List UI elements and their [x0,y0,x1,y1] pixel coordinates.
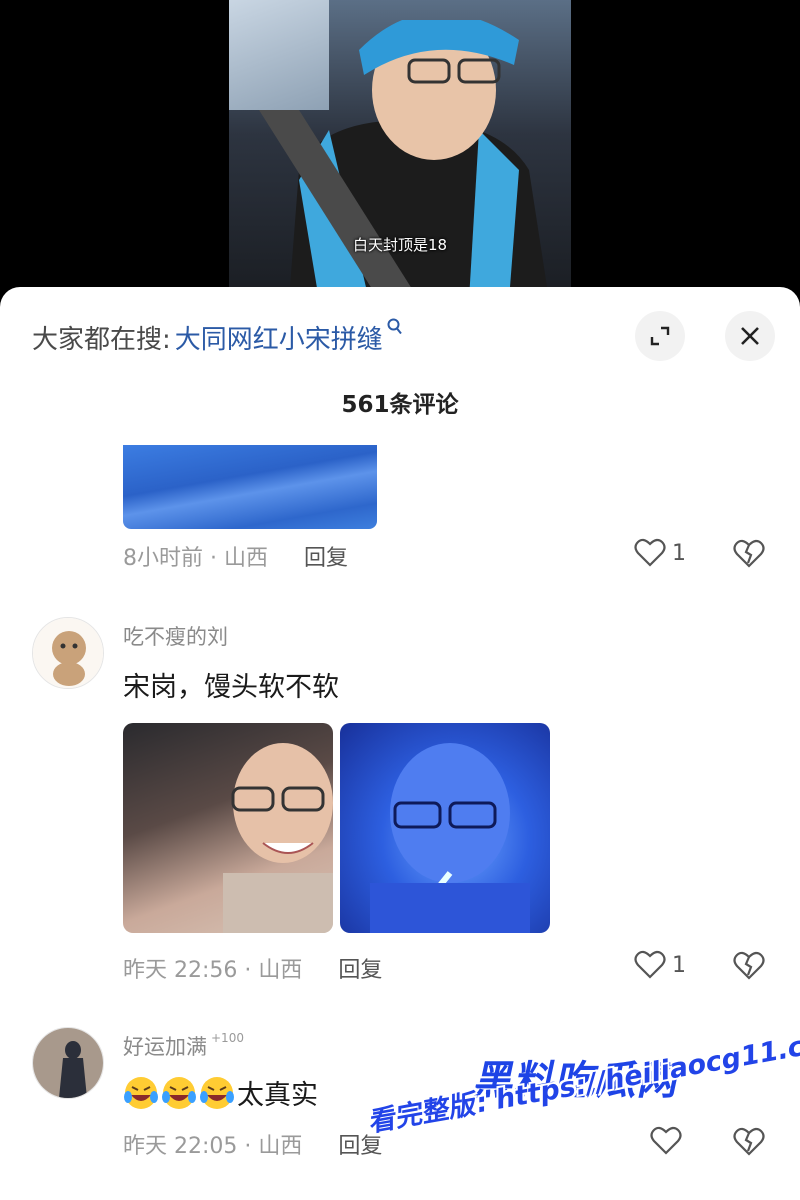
expand-button[interactable] [635,311,685,361]
expand-icon [650,326,670,346]
comment-photo-image [370,743,530,933]
broken-heart-icon [733,539,765,568]
dislike-button[interactable] [733,951,765,985]
comment-image[interactable] [123,445,377,529]
comment-text-row: 太真实 [123,1073,318,1112]
comment-text: 太真实 [237,1080,318,1111]
level-badge: +100 [211,1031,244,1045]
reply-button[interactable]: 回复 [304,540,348,572]
comment-time-location: 8小时前 · 山西 [123,546,268,571]
dislike-button[interactable] [733,539,765,573]
video-frame: 白天封顶是18 [229,0,571,300]
comment-text: 宋岗，馒头软不软 [123,672,339,703]
close-button[interactable] [725,311,775,361]
search-suggestion[interactable]: 大家都在搜: 大同网红小宋拼缝 [32,317,403,357]
like-count: 1 [672,952,686,978]
heart-icon [634,538,666,567]
heart-icon [634,950,666,979]
comment-count: 561条评论 [341,392,459,418]
comment-time-location: 昨天 22:56 · 山西 [123,958,303,983]
laughing-tears-emoji-icon [162,1076,196,1109]
video-player[interactable]: 白天封顶是18 [0,0,800,300]
close-icon [741,327,759,345]
comment-username[interactable]: 好运加满 +100 [123,1031,244,1061]
search-icon [387,318,403,341]
comment-meta: 8小时前 · 山西 回复 [123,540,348,572]
search-suggestion-prefix: 大家都在搜: [32,324,171,355]
avatar-image [33,618,103,688]
like-button[interactable] [650,1126,688,1156]
driver-figure-image [259,20,549,300]
broken-heart-icon [733,1127,765,1156]
dislike-button[interactable] [733,1127,765,1161]
search-suggestion-term[interactable]: 大同网红小宋拼缝 [175,319,383,356]
avatar[interactable] [32,1027,104,1099]
laughing-tears-emoji-icon [124,1076,158,1109]
comment-photo-image [223,743,333,933]
like-count: 1 [672,540,686,566]
avatar-image [33,1028,103,1098]
comment-photo[interactable] [123,723,333,933]
heart-icon [650,1126,682,1155]
reply-button[interactable]: 回复 [338,952,382,984]
like-button[interactable]: 1 [634,538,686,568]
broken-heart-icon [733,951,765,980]
comment-meta: 昨天 22:05 · 山西 回复 [123,1128,382,1160]
video-subtitle: 白天封顶是18 [352,236,448,254]
comment-username[interactable]: 吃不瘦的刘 [123,621,228,651]
comment-time-location: 昨天 22:05 · 山西 [123,1134,303,1159]
laughing-tears-emoji-icon [200,1076,234,1109]
comment-photo[interactable] [340,723,550,933]
avatar[interactable] [32,617,104,689]
like-button[interactable]: 1 [634,950,686,980]
comment-meta: 昨天 22:56 · 山西 回复 [123,952,382,984]
comment-username-text: 好运加满 [123,1035,207,1059]
